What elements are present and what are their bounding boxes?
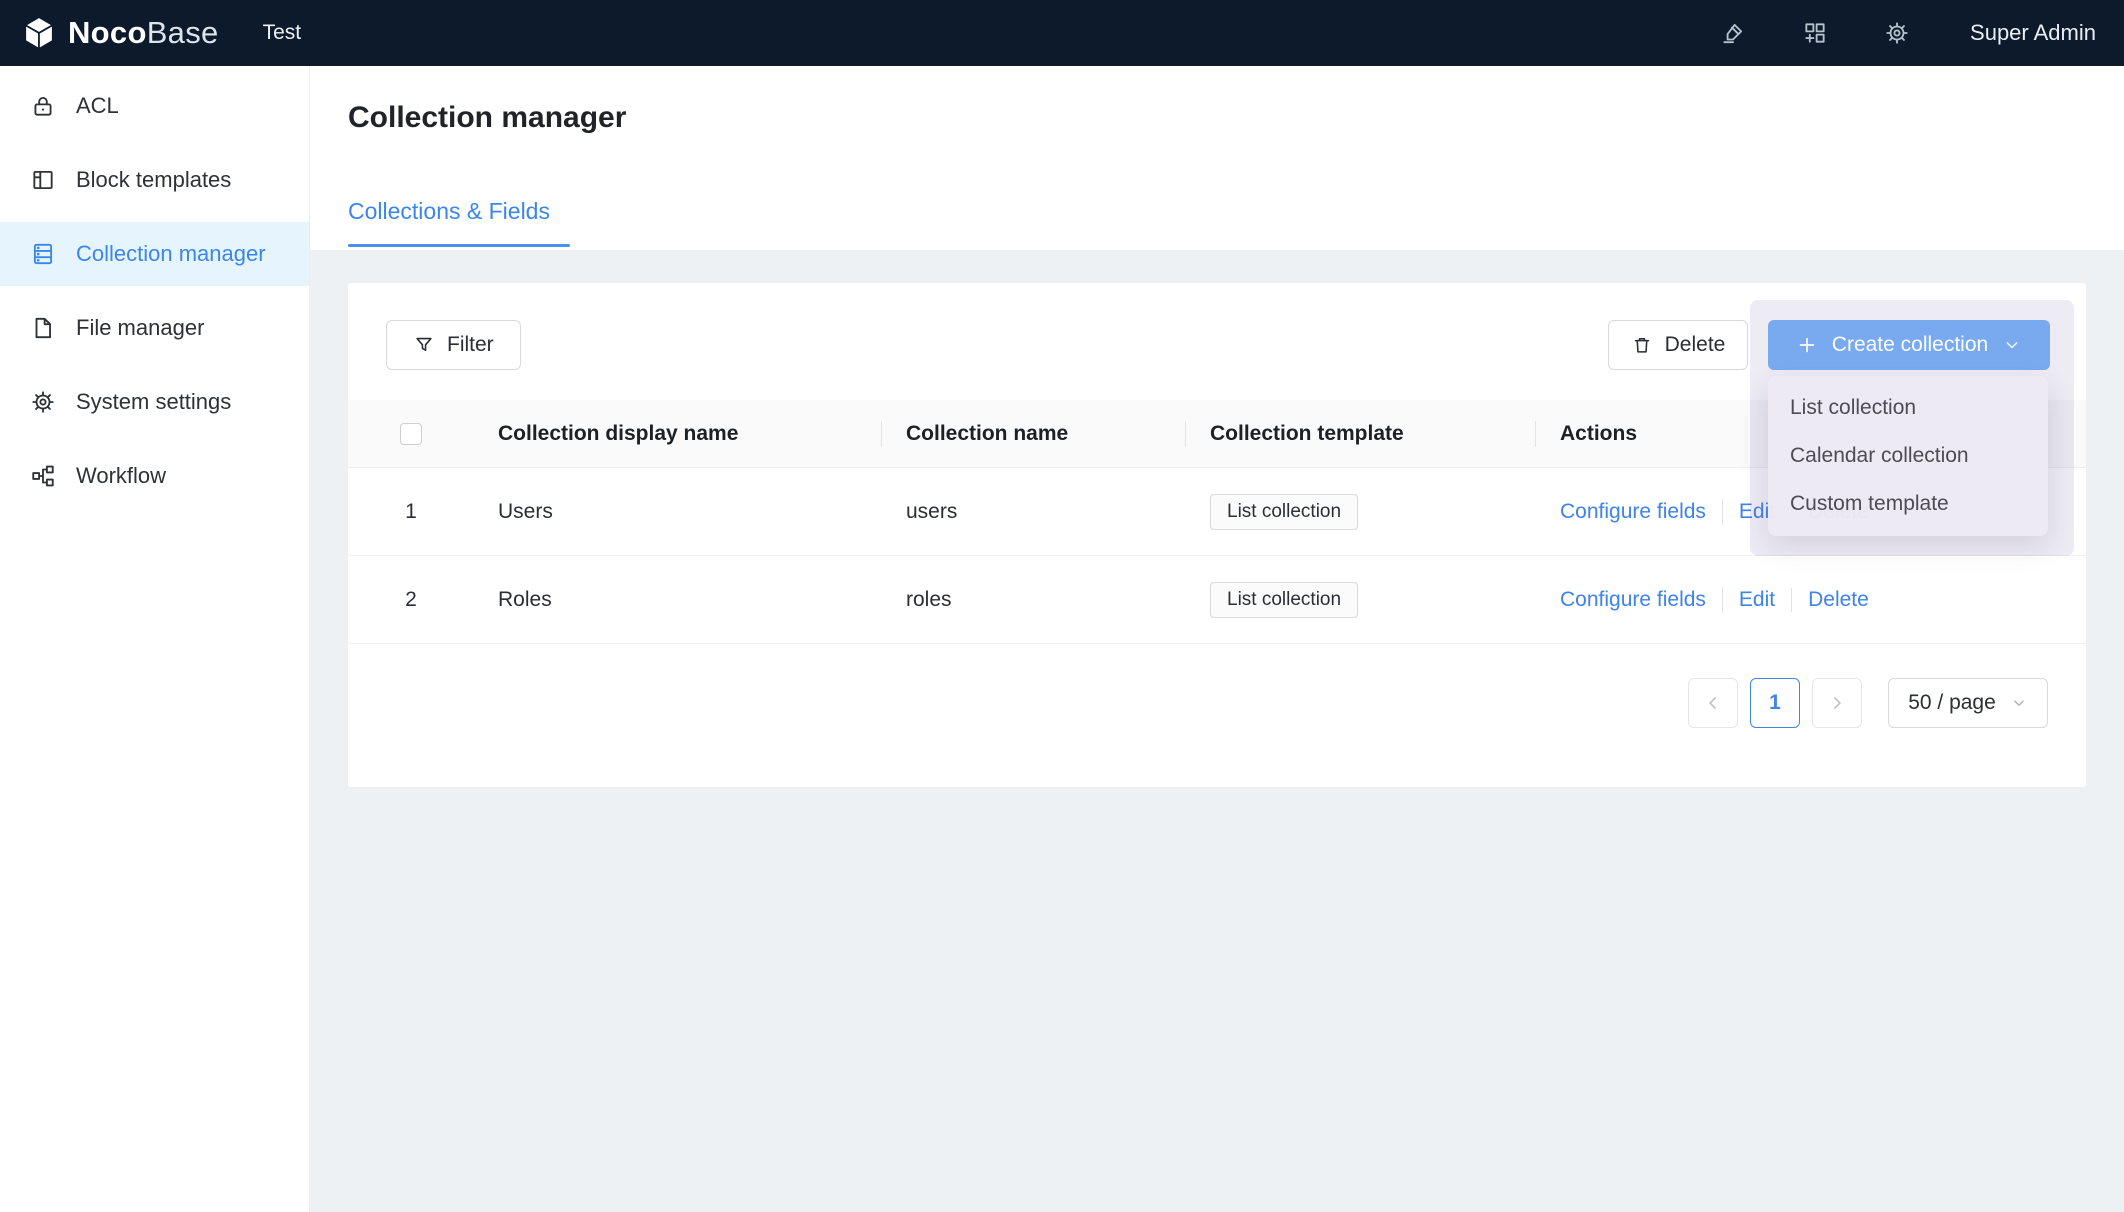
action-divider <box>1722 588 1723 612</box>
block-icon <box>30 167 56 193</box>
sidebar-item-block-templates[interactable]: Block templates <box>0 148 309 212</box>
create-collection-label: Create collection <box>1832 333 1988 357</box>
filter-button[interactable]: Filter <box>386 320 521 370</box>
top-navbar: NocoBase Test Super Admin <box>0 0 2124 66</box>
row-index[interactable]: 1 <box>348 500 474 524</box>
pagination: 1 50 / page <box>1688 678 2048 728</box>
create-collection-button[interactable]: Create collection <box>1768 320 2050 370</box>
logo-text-light: Base <box>147 15 219 51</box>
app-window: NocoBase Test Super Admin ACL <box>0 0 2124 1212</box>
active-tab-underline <box>348 244 570 247</box>
delete-button-label: Delete <box>1665 333 1726 357</box>
create-collection-dropdown: Create collection List collection Calend… <box>1750 300 2074 556</box>
pagination-page-1[interactable]: 1 <box>1750 678 1800 728</box>
gear-icon <box>30 389 56 415</box>
sidebar-item-acl[interactable]: ACL <box>0 74 309 138</box>
logo-wordmark: NocoBase <box>68 15 219 51</box>
template-tag: List collection <box>1210 582 1358 618</box>
menu-item-list-collection[interactable]: List collection <box>1768 384 2048 432</box>
settings-sidebar: ACL Block templates Collection manager F… <box>0 66 310 1212</box>
sidebar-item-file-manager[interactable]: File manager <box>0 296 309 360</box>
column-header-name: Collection name <box>882 422 1186 446</box>
menu-item-custom-template[interactable]: Custom template <box>1768 480 2048 528</box>
page-title: Collection manager <box>348 101 626 135</box>
configure-fields-link[interactable]: Configure fields <box>1560 500 1706 524</box>
sidebar-item-label: File manager <box>76 315 204 341</box>
sidebar-item-label: ACL <box>76 93 119 119</box>
sidebar-item-label: Workflow <box>76 463 166 489</box>
create-collection-menu: List collection Calendar collection Cust… <box>1768 376 2048 536</box>
select-all-cell <box>348 423 474 445</box>
sidebar-item-collection-manager[interactable]: Collection manager <box>0 222 309 286</box>
chevron-down-icon <box>2010 694 2028 712</box>
action-divider <box>1791 588 1792 612</box>
sidebar-item-workflow[interactable]: Workflow <box>0 444 309 508</box>
chevron-down-icon <box>2002 335 2022 355</box>
cell-template: List collection <box>1186 582 1536 618</box>
trash-icon <box>1631 334 1653 356</box>
current-user-menu[interactable]: Super Admin <box>1970 20 2096 46</box>
cell-name: users <box>882 500 1186 524</box>
table-row: 2 Roles roles List collection Configure … <box>348 556 2086 644</box>
header-menu-item-test[interactable]: Test <box>263 21 302 45</box>
header-right-group: Super Admin <box>1720 20 2096 46</box>
menu-item-calendar-collection[interactable]: Calendar collection <box>1768 432 2048 480</box>
bulk-delete-button[interactable]: Delete <box>1608 320 1748 370</box>
plus-icon <box>1796 334 1818 356</box>
delete-link[interactable]: Delete <box>1808 588 1869 612</box>
sidebar-item-label: Collection manager <box>76 241 266 267</box>
database-icon <box>30 241 56 267</box>
logo-text-bold: Noco <box>68 15 147 51</box>
gear-icon[interactable] <box>1884 20 1910 46</box>
pagination-next-button[interactable] <box>1812 678 1862 728</box>
chevron-right-icon <box>1827 693 1847 713</box>
file-icon <box>30 315 56 341</box>
nocobase-logo: NocoBase <box>20 14 219 52</box>
action-divider <box>1722 500 1723 524</box>
configure-fields-link[interactable]: Configure fields <box>1560 588 1706 612</box>
select-all-checkbox[interactable] <box>400 423 422 445</box>
pagination-prev-button[interactable] <box>1688 678 1738 728</box>
cell-display-name: Roles <box>474 588 882 612</box>
cell-name: roles <box>882 588 1186 612</box>
cell-display-name: Users <box>474 500 882 524</box>
template-tag: List collection <box>1210 494 1358 530</box>
sidebar-item-label: System settings <box>76 389 231 415</box>
column-header-template: Collection template <box>1186 422 1536 446</box>
funnel-icon <box>413 334 435 356</box>
lock-icon <box>30 93 56 119</box>
cube-logo-icon <box>20 14 58 52</box>
tab-collections-and-fields[interactable]: Collections & Fields <box>348 198 550 225</box>
cell-template: List collection <box>1186 494 1536 530</box>
appstore-add-icon[interactable] <box>1802 20 1828 46</box>
workflow-icon <box>30 463 56 489</box>
page-head-background <box>310 66 2124 250</box>
highlighter-icon[interactable] <box>1720 20 1746 46</box>
page-size-select[interactable]: 50 / page <box>1888 678 2048 728</box>
column-header-display-name: Collection display name <box>474 422 882 446</box>
row-index[interactable]: 2 <box>348 588 474 612</box>
chevron-left-icon <box>1703 693 1723 713</box>
cell-actions: Configure fields Edit Delete <box>1536 588 2086 612</box>
sidebar-item-system-settings[interactable]: System settings <box>0 370 309 434</box>
filter-button-label: Filter <box>447 333 494 357</box>
sidebar-item-label: Block templates <box>76 167 231 193</box>
edit-link[interactable]: Edit <box>1739 588 1775 612</box>
page-size-value: 50 / page <box>1908 691 1996 715</box>
